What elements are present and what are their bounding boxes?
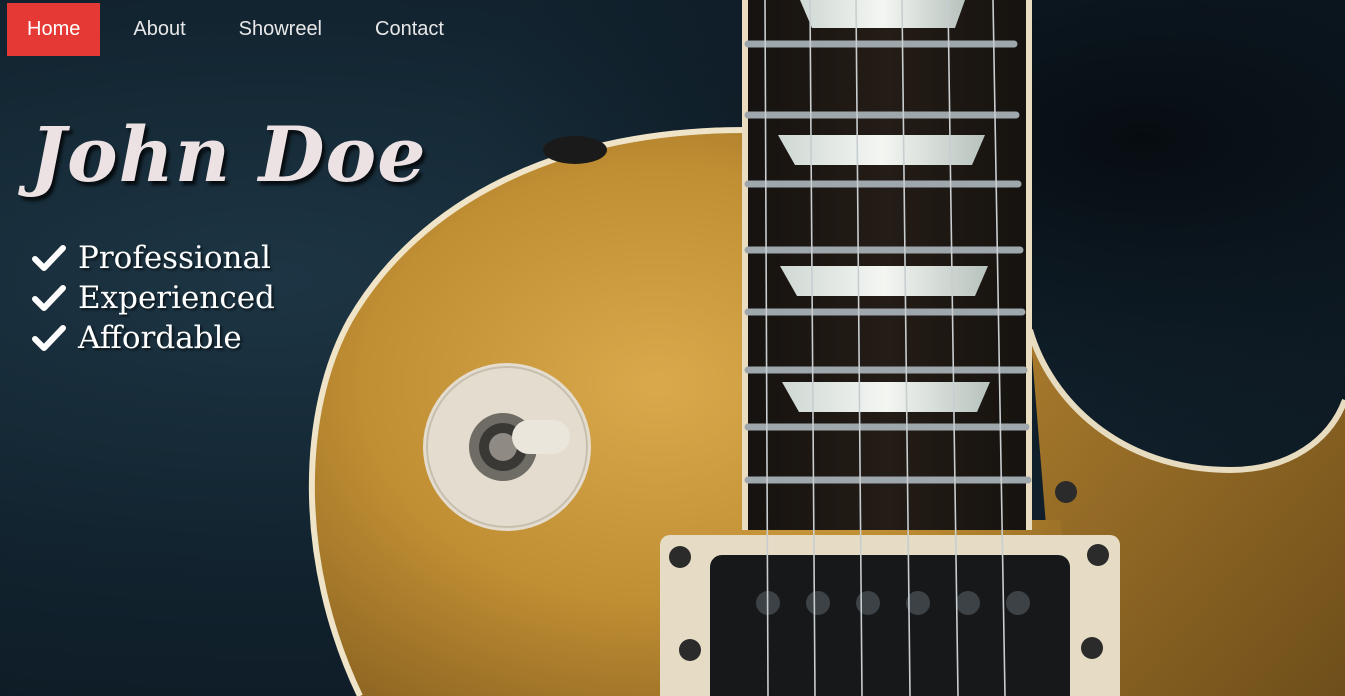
check-icon xyxy=(32,285,66,311)
feature-label: Professional xyxy=(78,240,271,276)
nav-about-link[interactable]: About xyxy=(113,3,205,56)
hero-title: John Doe xyxy=(30,110,427,199)
feature-item: Professional xyxy=(32,238,275,278)
check-icon xyxy=(32,325,66,351)
feature-label: Experienced xyxy=(78,280,275,316)
hero-section: Home About Showreel Contact John Doe Pro… xyxy=(0,0,1345,696)
feature-list: Professional Experienced Affordable xyxy=(32,238,275,358)
main-navbar: Home About Showreel Contact xyxy=(0,0,477,58)
feature-label: Affordable xyxy=(78,320,242,356)
feature-item: Experienced xyxy=(32,278,275,318)
check-icon xyxy=(32,245,66,271)
nav-showreel-link[interactable]: Showreel xyxy=(219,3,342,56)
nav-contact-link[interactable]: Contact xyxy=(355,3,464,56)
feature-item: Affordable xyxy=(32,318,275,358)
nav-home-link[interactable]: Home xyxy=(7,2,101,56)
